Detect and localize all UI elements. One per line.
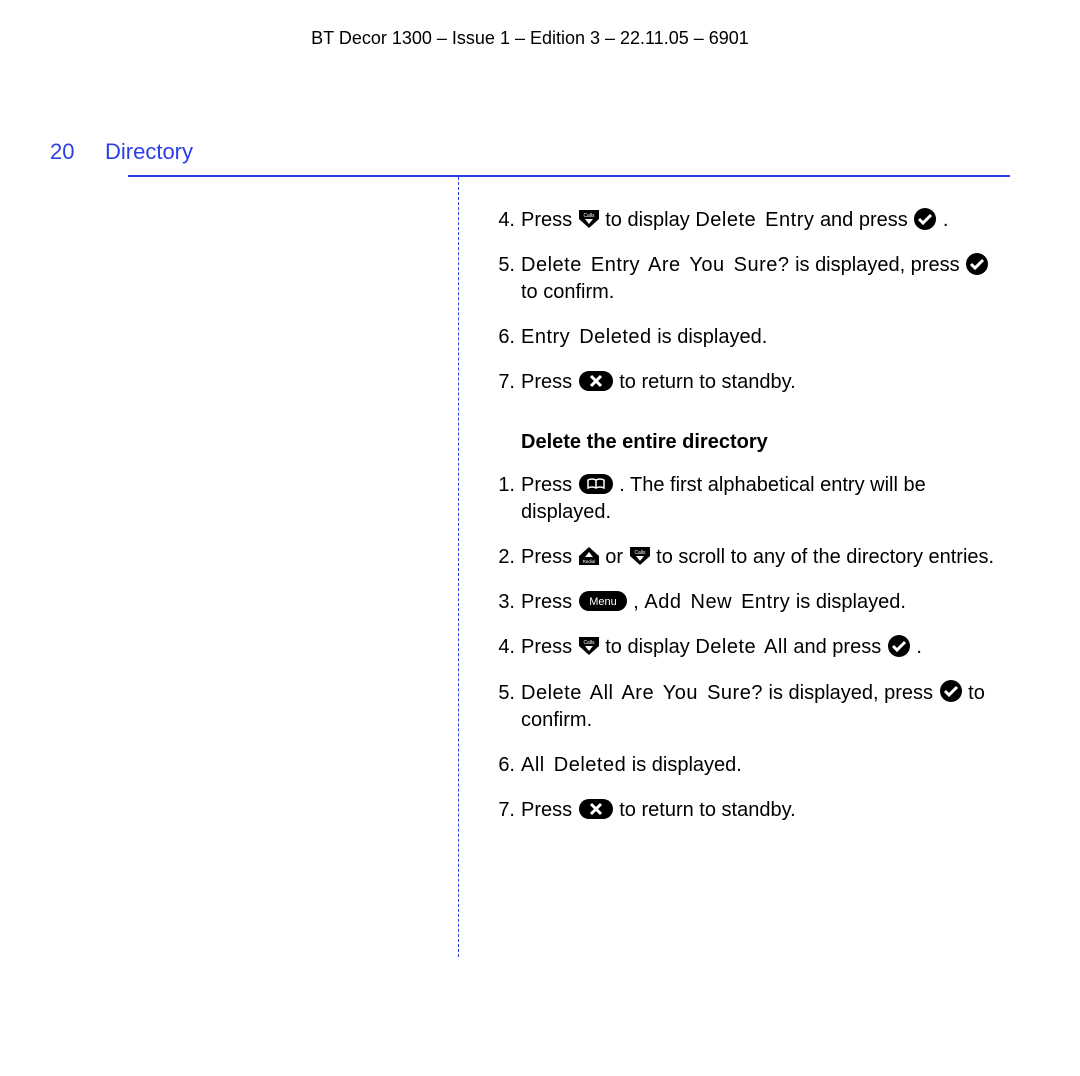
- text: to scroll to any of the directory entrie…: [656, 546, 994, 568]
- text: is displayed.: [796, 591, 906, 613]
- lcd-text: Add New Entry: [644, 591, 790, 613]
- step-b2: 2. Press Redial or Call: [489, 544, 1010, 571]
- step-number: 2.: [489, 544, 521, 571]
- title-row: 20 Directory: [50, 139, 1010, 165]
- redial-up-icon: Redial: [578, 542, 600, 569]
- text: Press: [521, 799, 578, 821]
- cancel-icon: [578, 368, 614, 395]
- check-icon: [965, 250, 989, 277]
- check-icon: [887, 633, 911, 660]
- icon-label: Calls: [583, 213, 595, 219]
- check-icon: [939, 678, 963, 705]
- text: is displayed, press: [769, 682, 939, 704]
- right-column: 4. Press Calls to display Delete Entry a…: [459, 177, 1010, 957]
- text: Press: [521, 371, 578, 393]
- calls-down-icon: Calls: [578, 633, 600, 660]
- text: or: [605, 546, 628, 568]
- text: .: [943, 209, 949, 231]
- text: is displayed.: [657, 326, 767, 348]
- text: and press: [820, 209, 913, 231]
- icon-label: Calls: [634, 550, 646, 556]
- text: Press: [521, 546, 578, 568]
- text: to return to standby.: [619, 799, 795, 821]
- step-number: 5.: [489, 680, 521, 734]
- subheading: Delete the entire directory: [521, 431, 1010, 454]
- lcd-text: Entry Deleted: [521, 326, 652, 348]
- icon-label: Calls: [583, 640, 595, 646]
- step-number: 6.: [489, 752, 521, 779]
- lcd-text: Delete All: [695, 636, 788, 658]
- step-b4: 4. Press Calls to display Delete All and…: [489, 634, 1010, 661]
- lcd-text: Delete All Are You Sure?: [521, 682, 763, 704]
- text: Press: [521, 591, 578, 613]
- page-header: BT Decor 1300 – Issue 1 – Edition 3 – 22…: [50, 28, 1010, 49]
- menu-icon: Menu: [578, 587, 628, 614]
- text: and press: [793, 636, 886, 658]
- icon-label: Redial: [582, 559, 595, 564]
- lcd-text: Delete Entry Are You Sure?: [521, 254, 790, 276]
- step-b6: 6. All Deleted is displayed.: [489, 752, 1010, 779]
- step-number: 7.: [489, 797, 521, 824]
- page-number: 20: [50, 139, 105, 165]
- calls-down-icon: Calls: [578, 205, 600, 232]
- icon-label: Menu: [589, 596, 617, 608]
- section-title: Directory: [105, 139, 193, 165]
- step-number: 6.: [489, 324, 521, 351]
- step-number: 5.: [489, 252, 521, 306]
- step-a5: 5. Delete Entry Are You Sure? is display…: [489, 252, 1010, 306]
- text: is displayed.: [632, 754, 742, 776]
- step-b5: 5. Delete All Are You Sure? is displayed…: [489, 680, 1010, 734]
- step-b1: 1. Press . The first alphabetical entry …: [489, 472, 1010, 526]
- step-a4: 4. Press Calls to display Delete Entry a…: [489, 207, 1010, 234]
- text: Press: [521, 209, 578, 231]
- text: is displayed, press: [795, 254, 965, 276]
- step-number: 1.: [489, 472, 521, 526]
- text: to return to standby.: [619, 371, 795, 393]
- step-number: 4.: [489, 634, 521, 661]
- step-a7: 7. Press to return to standby.: [489, 369, 1010, 396]
- check-icon: [913, 205, 937, 232]
- left-column: [128, 177, 459, 957]
- cancel-icon: [578, 795, 614, 822]
- text: Press: [521, 636, 578, 658]
- book-icon: [578, 470, 614, 497]
- lcd-text: All Deleted: [521, 754, 626, 776]
- step-b3: 3. Press Menu , Add New Entry is display…: [489, 589, 1010, 616]
- text: to display: [605, 209, 695, 231]
- step-number: 4.: [489, 207, 521, 234]
- text: ,: [633, 591, 644, 613]
- step-b7: 7. Press to return to standby.: [489, 797, 1010, 824]
- text: Press: [521, 474, 578, 496]
- step-number: 3.: [489, 589, 521, 616]
- text: to confirm.: [521, 281, 614, 303]
- text: .: [916, 636, 922, 658]
- step-a6: 6. Entry Deleted is displayed.: [489, 324, 1010, 351]
- calls-down-icon: Calls: [629, 542, 651, 569]
- step-number: 7.: [489, 369, 521, 396]
- text: to display: [605, 636, 695, 658]
- lcd-text: Delete Entry: [695, 209, 814, 231]
